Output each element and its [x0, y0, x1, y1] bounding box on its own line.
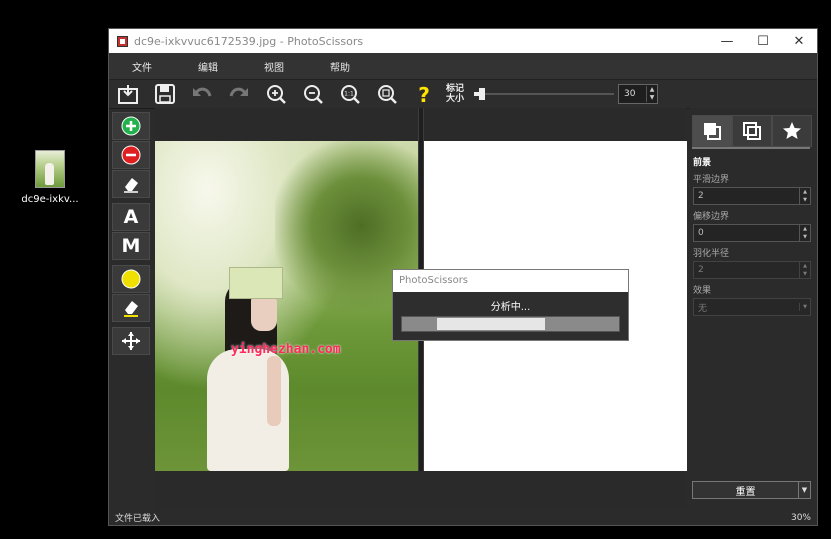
spin-arrows[interactable]: ▲ ▼	[646, 86, 657, 102]
foreground-layers-icon	[704, 123, 721, 140]
eraser-yellow-icon	[124, 301, 138, 317]
tab-effects[interactable]	[772, 115, 812, 147]
mark-size-slider[interactable]	[474, 88, 614, 100]
move-arrows-icon	[122, 332, 140, 350]
tool-palette: A M	[112, 112, 152, 356]
minimize-button[interactable]: —	[709, 34, 745, 49]
zoom-out-button[interactable]	[294, 80, 331, 108]
offset-edge-spinbox[interactable]: 0 ▲ ▼	[693, 224, 811, 242]
feather-radius-value[interactable]: 2	[694, 265, 799, 275]
effect-value[interactable]: 无	[694, 301, 799, 314]
letter-a-icon: A	[123, 206, 139, 228]
tab-background[interactable]	[732, 115, 772, 147]
dialog-title: PhotoScissors	[393, 270, 628, 292]
main-content: A M yinghezhan.com PhotoScissors 分析中... …	[109, 108, 817, 510]
dialog-message: 分析中...	[490, 302, 531, 313]
chevron-down-icon[interactable]: ▼	[799, 303, 810, 311]
effect-select[interactable]: 无 ▼	[693, 298, 811, 316]
progress-dialog: PhotoScissors 分析中...	[392, 269, 629, 341]
title-bar: dc9e-ixkvvuc6172539.jpg - PhotoScissors …	[109, 29, 817, 53]
smooth-edge-spinbox[interactable]: 2 ▲ ▼	[693, 187, 811, 205]
manual-mode-button[interactable]: M	[112, 232, 150, 260]
zoom-level: 30%	[790, 512, 811, 523]
offset-edge-value[interactable]: 0	[694, 228, 799, 238]
hair-marker-tool[interactable]	[112, 265, 150, 293]
slider-thumb[interactable]	[479, 88, 486, 100]
eraser-icon	[124, 178, 138, 193]
undo-icon	[192, 87, 211, 97]
status-text: 文件已载入	[115, 514, 161, 524]
slider-track	[474, 93, 614, 95]
svg-text:1:1: 1:1	[344, 91, 354, 98]
mark-size-value[interactable]: 30	[619, 89, 646, 99]
watermark-text: yinghezhan.com	[231, 342, 341, 357]
progress-bar	[401, 316, 620, 332]
svg-text:?: ?	[418, 83, 430, 105]
menu-edit[interactable]: 编辑	[175, 59, 241, 74]
photoscissors-window: dc9e-ixkvvuc6172539.jpg - PhotoScissors …	[108, 28, 818, 526]
reset-dropdown-icon[interactable]: ▼	[799, 481, 811, 499]
app-icon	[117, 35, 128, 47]
eraser-tool[interactable]	[112, 170, 150, 198]
star-icon	[783, 122, 801, 139]
mark-size-spinbox[interactable]: 30 ▲ ▼	[618, 84, 658, 104]
mark-background-tool[interactable]	[112, 141, 150, 169]
menu-view[interactable]: 视图	[241, 59, 307, 74]
progress-chunk	[436, 318, 546, 330]
save-icon	[154, 84, 175, 104]
toolbar: 1:1 ? 标记大小 30 ▲ ▼	[109, 80, 817, 109]
zoom-actual-size-icon: 1:1	[340, 85, 360, 104]
offset-edge-label: 偏移边界	[693, 212, 730, 222]
menu-help[interactable]: 帮助	[307, 59, 373, 74]
redo-icon	[229, 87, 248, 97]
save-button[interactable]	[146, 80, 183, 108]
zoom-in-button[interactable]	[257, 80, 294, 108]
auto-mode-button[interactable]: A	[112, 203, 150, 231]
menu-bar: 文件 编辑 视图 帮助	[109, 53, 817, 80]
redo-button[interactable]	[220, 80, 257, 108]
add-plus-icon	[121, 116, 141, 136]
smooth-edge-label: 平滑边界	[693, 175, 730, 185]
image-thumbnail-icon	[35, 150, 65, 188]
open-icon	[117, 85, 138, 104]
hair-eraser-tool[interactable]	[112, 294, 150, 322]
zoom-in-icon	[266, 85, 286, 104]
maximize-button[interactable]: ☐	[745, 34, 781, 49]
yellow-dot-icon	[121, 269, 141, 289]
zoom-fit-button[interactable]	[368, 80, 405, 108]
desktop-file-label: dc9e-ixkv...	[21, 194, 79, 205]
question-mark-icon: ?	[418, 83, 430, 105]
close-button[interactable]: ✕	[781, 34, 817, 49]
source-image-pane[interactable]: yinghezhan.com	[155, 141, 418, 471]
effect-label: 效果	[693, 286, 712, 296]
zoom-fit-icon	[377, 85, 397, 104]
mark-foreground-tool[interactable]	[112, 112, 150, 140]
mark-size-label: 标记大小	[446, 84, 465, 104]
tab-foreground[interactable]	[692, 115, 732, 147]
status-bar: 文件已载入 30%	[109, 510, 817, 525]
settings-panel: 前景 平滑边界 2 ▲ ▼ 偏移边界 0 ▲ ▼ 羽化半径 2 ▲ ▼ 效果 无 ▼	[689, 108, 817, 510]
move-tool[interactable]	[112, 327, 150, 355]
open-button[interactable]	[109, 80, 146, 108]
feather-radius-label: 羽化半径	[693, 249, 730, 259]
reset-button[interactable]: 重置	[692, 481, 799, 499]
zoom-out-icon	[303, 85, 323, 104]
face-blur-overlay	[229, 267, 283, 299]
undo-button[interactable]	[183, 80, 220, 108]
feather-radius-spinbox[interactable]: 2 ▲ ▼	[693, 261, 811, 279]
canvas-area[interactable]: yinghezhan.com PhotoScissors 分析中...	[155, 108, 687, 510]
section-heading: 前景	[693, 158, 712, 168]
zoom-actual-button[interactable]: 1:1	[331, 80, 368, 108]
desktop-file-icon[interactable]: dc9e-ixkv...	[20, 150, 80, 205]
menu-file[interactable]: 文件	[109, 59, 175, 74]
window-title: dc9e-ixkvvuc6172539.jpg - PhotoScissors	[134, 34, 364, 48]
remove-minus-icon	[121, 145, 141, 165]
background-layers-icon	[743, 122, 761, 140]
smooth-edge-value[interactable]: 2	[694, 191, 799, 201]
letter-m-icon: M	[121, 235, 141, 257]
help-button[interactable]: ?	[405, 80, 442, 108]
